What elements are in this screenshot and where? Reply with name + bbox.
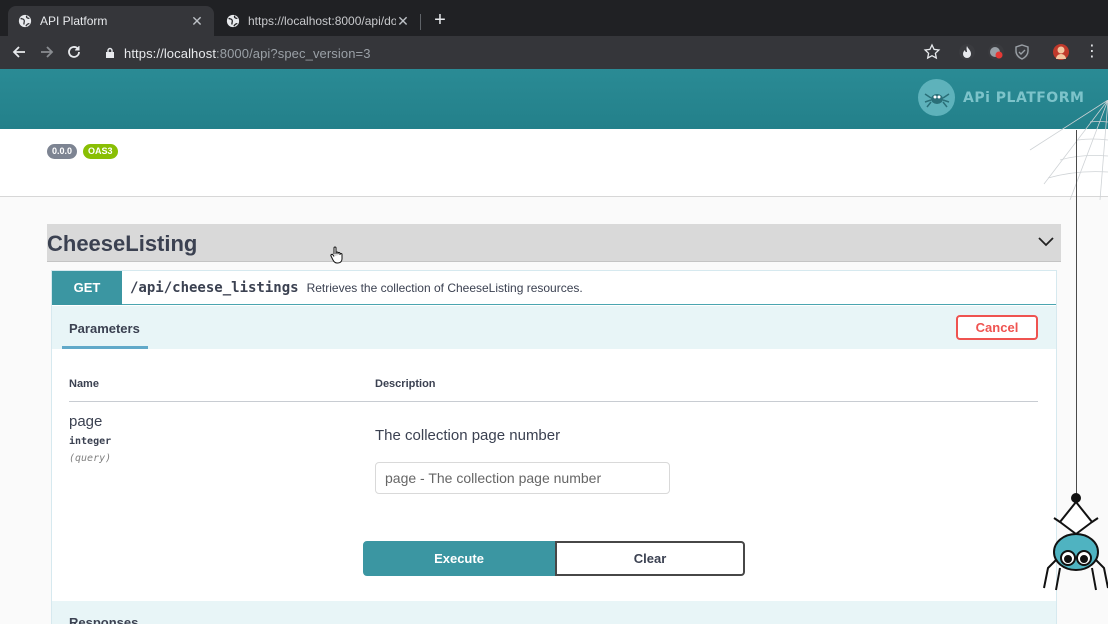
tab-active-indicator bbox=[62, 346, 148, 349]
parameter-description: The collection page number bbox=[375, 427, 561, 444]
version-badge: 0.0.0 bbox=[47, 144, 78, 159]
section-title: CheeseListing bbox=[47, 231, 198, 256]
parameter-type: integer bbox=[69, 436, 112, 447]
execute-button[interactable]: Execute bbox=[363, 541, 555, 576]
column-header-name: Name bbox=[69, 378, 99, 390]
extension-flame-icon[interactable] bbox=[959, 44, 975, 60]
browser-menu-icon[interactable]: ⋮ bbox=[1084, 42, 1100, 62]
url-path: :8000/api?spec_version=3 bbox=[216, 45, 371, 61]
tab-title: https://localhost:8000/api/doc bbox=[248, 14, 396, 28]
app-header: APi PLATFORM bbox=[0, 69, 1108, 129]
cancel-button[interactable]: Cancel bbox=[956, 315, 1038, 340]
oas-badge: OAS3 bbox=[83, 144, 118, 159]
close-tab-icon[interactable]: ✕ bbox=[190, 13, 204, 30]
spider-mascot-icon bbox=[1043, 493, 1108, 591]
parameter-name: page bbox=[69, 413, 103, 430]
spiderweb-decoration bbox=[1029, 100, 1108, 200]
address-bar[interactable]: https://localhost:8000/api?spec_version=… bbox=[96, 40, 952, 66]
spider-logo-icon bbox=[918, 79, 955, 116]
responses-header: Responses bbox=[52, 601, 1056, 624]
api-info: 0.0.0 OAS3 bbox=[0, 129, 1108, 197]
table-divider bbox=[69, 401, 1038, 402]
url-text: https://localhost:8000/api?spec_version=… bbox=[124, 46, 371, 61]
extension-record-icon[interactable] bbox=[988, 44, 1004, 60]
chevron-down-icon[interactable] bbox=[1037, 233, 1055, 251]
page-parameter-input[interactable] bbox=[375, 462, 670, 494]
responses-label: Responses bbox=[69, 615, 139, 624]
globe-icon bbox=[226, 14, 240, 28]
tab-parameters[interactable]: Parameters bbox=[69, 321, 140, 336]
browser-tab-inactive[interactable]: https://localhost:8000/api/doc ✕ bbox=[216, 6, 420, 36]
new-tab-icon[interactable]: + bbox=[430, 10, 450, 32]
browser-toolbar: https://localhost:8000/api?spec_version=… bbox=[0, 36, 1108, 69]
operation-path: /api/cheese_listings bbox=[130, 279, 299, 296]
column-header-description: Description bbox=[375, 378, 436, 390]
extension-shield-icon[interactable] bbox=[1014, 44, 1030, 60]
operation-block: GET /api/cheese_listings Retrieves the c… bbox=[51, 270, 1057, 624]
tag-section-cheeselisting[interactable]: CheeseListing bbox=[47, 224, 1061, 262]
browser-tab-bar: API Platform ✕ https://localhost:8000/ap… bbox=[0, 0, 1108, 36]
method-badge: GET bbox=[52, 270, 122, 305]
globe-icon bbox=[18, 14, 32, 28]
parameters-header: Parameters Cancel bbox=[52, 306, 1056, 349]
close-tab-icon[interactable]: ✕ bbox=[396, 13, 410, 30]
back-arrow-icon[interactable] bbox=[9, 42, 29, 62]
profile-avatar[interactable] bbox=[1053, 44, 1069, 60]
url-host: https://localhost bbox=[124, 45, 217, 61]
tab-divider bbox=[420, 14, 421, 30]
parameter-location: (query) bbox=[69, 453, 112, 464]
hand-cursor-icon bbox=[330, 246, 343, 264]
spider-thread bbox=[1076, 130, 1077, 500]
reload-icon[interactable] bbox=[64, 42, 84, 62]
browser-tab-active[interactable]: API Platform ✕ bbox=[8, 6, 214, 36]
operation-description: Retrieves the collection of CheeseListin… bbox=[306, 280, 583, 295]
forward-arrow-icon[interactable] bbox=[37, 42, 57, 62]
operation-summary[interactable]: GET /api/cheese_listings Retrieves the c… bbox=[52, 270, 1056, 305]
bookmark-star-icon[interactable] bbox=[923, 43, 941, 61]
tab-title: API Platform bbox=[40, 14, 108, 28]
lock-icon bbox=[106, 47, 114, 58]
clear-button[interactable]: Clear bbox=[555, 541, 745, 576]
